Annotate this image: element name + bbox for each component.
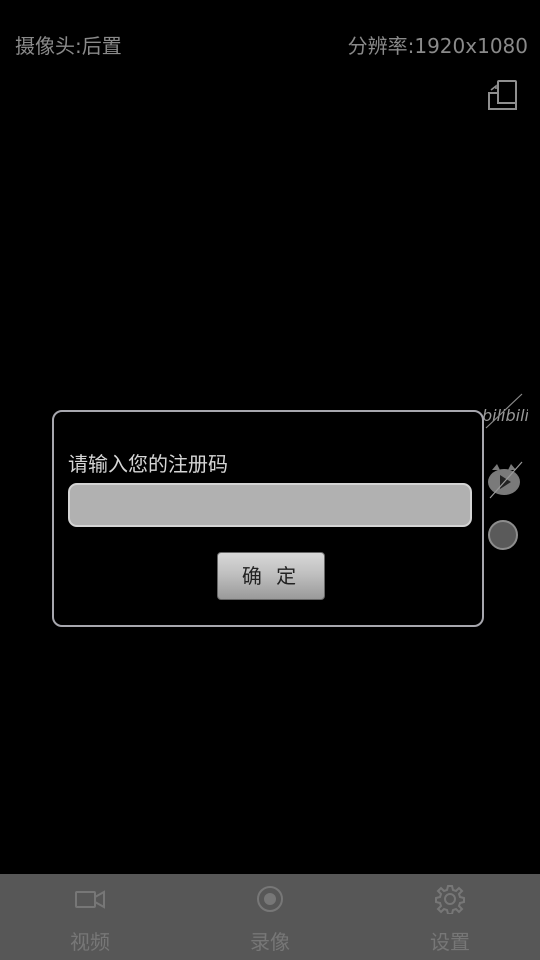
camera-screen: 摄像头:后置 分辨率:1920x1080 bilibili 请输入您的注册码 确…	[0, 0, 540, 960]
dialog-title: 请输入您的注册码	[68, 452, 228, 476]
video-camera-icon	[75, 890, 105, 909]
record-icon	[257, 886, 283, 912]
registration-dialog: 请输入您的注册码 确 定	[52, 410, 484, 627]
nav-item-record[interactable]: 录像	[180, 874, 360, 960]
registration-code-input[interactable]	[68, 483, 472, 527]
nav-item-settings[interactable]: 设置	[360, 874, 540, 960]
nav-label-video: 视频	[70, 930, 110, 954]
bottom-nav: 视频 录像 设置	[0, 874, 540, 960]
bilibili-tv-icon[interactable]	[484, 460, 526, 500]
bilibili-logo-icon: bilibili	[478, 392, 530, 430]
record-dot-icon[interactable]	[488, 520, 518, 550]
nav-item-video[interactable]: 视频	[0, 874, 180, 960]
camera-status-text: 摄像头:后置	[15, 34, 122, 58]
switch-camera-icon[interactable]	[486, 78, 520, 112]
nav-label-record: 录像	[250, 930, 290, 954]
gear-icon	[435, 885, 465, 914]
svg-text:bilibili: bilibili	[482, 406, 528, 425]
resolution-status-text: 分辨率:1920x1080	[347, 34, 528, 58]
confirm-button[interactable]: 确 定	[217, 552, 325, 600]
nav-label-settings: 设置	[430, 930, 470, 954]
